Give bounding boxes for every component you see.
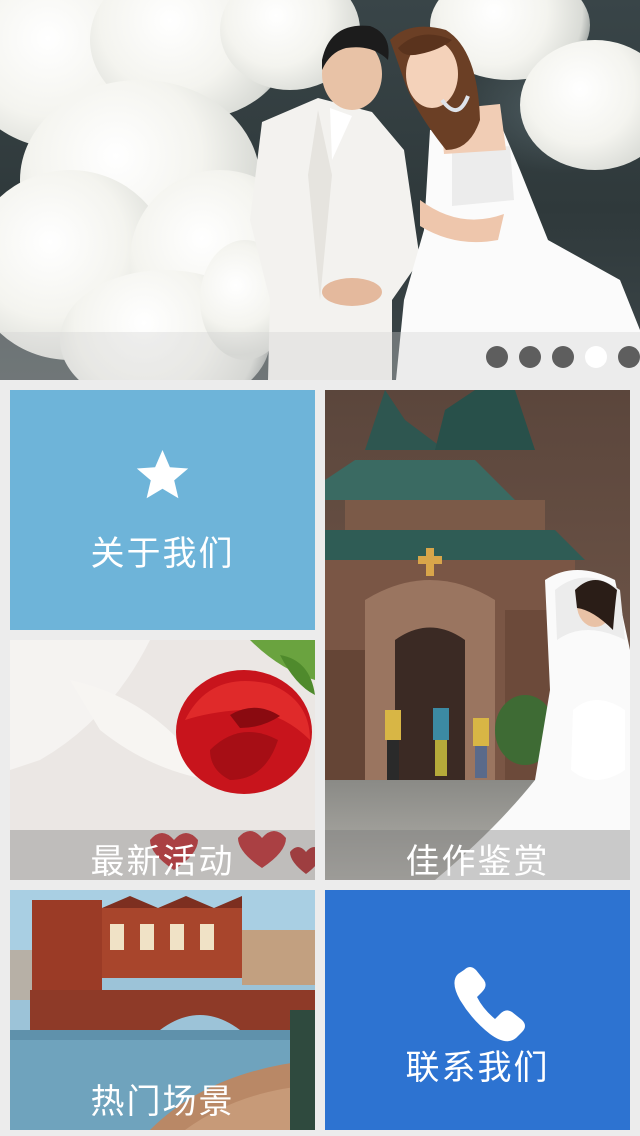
slide-dot-2[interactable]: [519, 346, 541, 368]
slide-dot-5[interactable]: [618, 346, 640, 368]
popular-scenes-tile[interactable]: 热门场景: [10, 890, 315, 1130]
church-wedding-photo: [325, 390, 630, 880]
contact-us-tile[interactable]: 联系我们: [325, 890, 630, 1130]
contact-us-label: 联系我们: [405, 1048, 550, 1088]
slide-dot-4[interactable]: [585, 346, 607, 368]
app-page: 关于我们 佳作鉴赏 最新活动 热门场景 联系我们: [0, 0, 640, 1136]
hero-banner[interactable]: [0, 0, 640, 380]
star-icon: [136, 450, 189, 499]
couple-photo: [250, 25, 640, 380]
works-gallery-tile[interactable]: 佳作鉴赏: [325, 390, 630, 880]
slide-indicators: [486, 346, 640, 368]
works-caption: 佳作鉴赏: [325, 830, 630, 880]
popular-scenes-label: 热门场景: [90, 1082, 235, 1122]
phone-icon: [454, 967, 525, 1042]
about-us-label: 关于我们: [90, 534, 235, 574]
slide-dot-3[interactable]: [552, 346, 574, 368]
works-label: 佳作鉴赏: [405, 842, 550, 880]
latest-events-caption: 最新活动: [10, 830, 315, 880]
latest-events-tile[interactable]: 最新活动: [10, 640, 315, 880]
latest-events-label: 最新活动: [90, 842, 235, 880]
slide-dot-1[interactable]: [486, 346, 508, 368]
popular-scenes-caption: 热门场景: [10, 1080, 315, 1130]
about-us-tile[interactable]: 关于我们: [10, 390, 315, 630]
